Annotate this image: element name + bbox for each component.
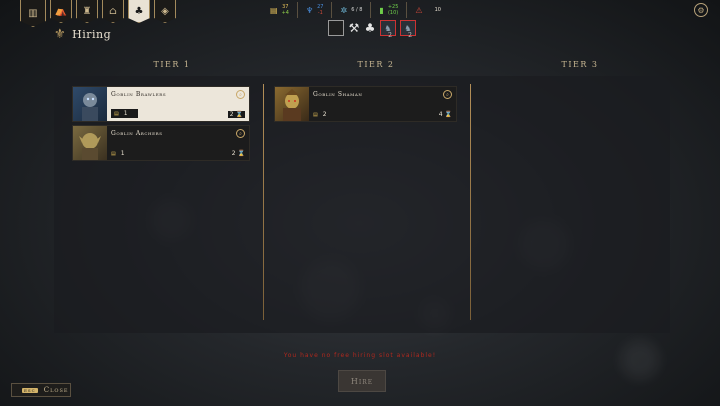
settings-icon: ⚙	[697, 5, 705, 15]
unit-cost: ▤ 2	[313, 111, 327, 118]
tier-3-header: Tier 3	[561, 60, 599, 69]
tab-book[interactable]: ▥	[20, 0, 46, 27]
background-bokeh	[620, 340, 660, 380]
goblin-shaman-portrait	[275, 87, 309, 121]
resource-food: ▮ +25 (10)	[371, 2, 408, 18]
house-icon: ⌂	[109, 5, 117, 17]
gold-icon: ▤	[111, 150, 116, 157]
unit-slot-count: 2	[408, 32, 412, 39]
time-value: 4	[438, 111, 443, 118]
inspect-icon[interactable]: ⌕	[443, 90, 452, 99]
goblin-archers-portrait	[73, 126, 107, 160]
inspect-icon[interactable]: ⌕	[236, 129, 245, 138]
no-slot-warning: You have no free hiring slot available!	[283, 352, 437, 359]
page-title-text: Hiring	[72, 28, 112, 41]
hire-time: 2 ⌛	[231, 150, 245, 157]
food-amount: (10)	[387, 10, 399, 16]
cost-value: 1	[123, 110, 128, 117]
time-value: 2	[231, 150, 236, 157]
hire-button[interactable]: Hire	[338, 370, 386, 392]
unit-name: Goblin Brawlers	[111, 91, 167, 98]
mana-icon: ♆	[305, 5, 314, 15]
hire-time: 2 ⌛	[227, 111, 245, 118]
gold-icon: ▤	[270, 5, 278, 15]
book-icon: ▥	[28, 7, 38, 19]
unit-filter-bar: ⚒ ♣ ♞ 2 ♞ 2	[328, 20, 416, 39]
hired-unit-slot[interactable]: ♞ 2	[380, 20, 396, 39]
unit-card-goblin-brawlers[interactable]: Goblin Brawlers ⌕ ▤ 1 2 ⌛	[72, 86, 250, 122]
threat-icon: ⚠	[415, 5, 423, 15]
gear-icon: ✲	[340, 5, 348, 15]
hired-unit-slot[interactable]: ♞ 2	[400, 20, 416, 39]
gold-icon: ▤	[313, 111, 318, 118]
settings-button[interactable]: ⚙	[694, 3, 708, 17]
time-value: 2	[229, 111, 234, 118]
camp-icon: ⛺	[54, 5, 68, 17]
unit-slot-count: 2	[388, 32, 392, 39]
food-icon: ▮	[379, 5, 384, 15]
tier-divider	[263, 84, 264, 320]
tier-1-header: Tier 1	[153, 60, 191, 69]
unit-card-goblin-shaman[interactable]: Goblin Shaman ⌕ ▤ 2 4 ⌛	[274, 86, 457, 122]
page-title: ⚜ Hiring	[54, 27, 111, 42]
tab-bestiary[interactable]: ◈	[154, 0, 176, 23]
unit-cost: ▤ 1	[111, 150, 125, 157]
inspect-icon[interactable]: ⌕	[236, 90, 245, 99]
tower-icon: ♜	[82, 5, 92, 17]
tab-hiring[interactable]: ♣	[128, 0, 150, 23]
unit-cost: ▤ 1	[111, 109, 138, 118]
close-label: Close	[43, 386, 69, 394]
top-tab-bar: ▥ ⛺ ♜ ⌂ ♣ ◈	[20, 0, 176, 27]
unit-name: Goblin Archers	[111, 130, 163, 137]
tab-camp[interactable]: ⛺	[50, 0, 72, 23]
resource-threat: ⚠ 10	[407, 2, 449, 18]
bestiary-icon: ◈	[161, 5, 169, 17]
unit-name: Goblin Shaman	[313, 91, 363, 98]
cost-value: 2	[322, 111, 327, 118]
cost-value: 1	[120, 150, 125, 157]
hiring-emblem-icon: ⚜	[54, 27, 67, 42]
escape-key-icon: ESC	[22, 387, 38, 393]
close-button[interactable]: ESC Close	[11, 383, 71, 397]
gold-income: +4	[281, 10, 289, 16]
tier-divider	[470, 84, 471, 320]
hire-time: 4 ⌛	[438, 111, 452, 118]
tab-house[interactable]: ⌂	[102, 0, 124, 23]
hiring-icon: ♣	[134, 5, 144, 17]
resource-mana: ♆ 27 -1	[298, 2, 333, 18]
filter-all-checkbox[interactable]	[328, 20, 344, 36]
resource-gold: ▤ 37 +4	[262, 2, 298, 18]
goblin-brawlers-portrait	[73, 87, 107, 121]
gold-icon: ▤	[114, 110, 119, 117]
mana-income: -1	[317, 10, 323, 16]
tab-tower[interactable]: ♜	[76, 0, 98, 23]
threat-amount: 10	[434, 7, 441, 13]
support-filter-icon[interactable]: ♣	[364, 21, 376, 35]
gear-amount: 6 / 8	[351, 7, 363, 13]
resource-bar: ▤ 37 +4 ♆ 27 -1 ✲ 6 / 8 ▮ +25 (10) ⚠ 10	[262, 2, 449, 18]
unit-card-goblin-archers[interactable]: Goblin Archers ⌕ ▤ 1 2 ⌛	[72, 125, 250, 161]
tier-2-header: Tier 2	[357, 60, 395, 69]
melee-filter-icon[interactable]: ⚒	[348, 21, 360, 35]
resource-gear: ✲ 6 / 8	[332, 2, 372, 18]
